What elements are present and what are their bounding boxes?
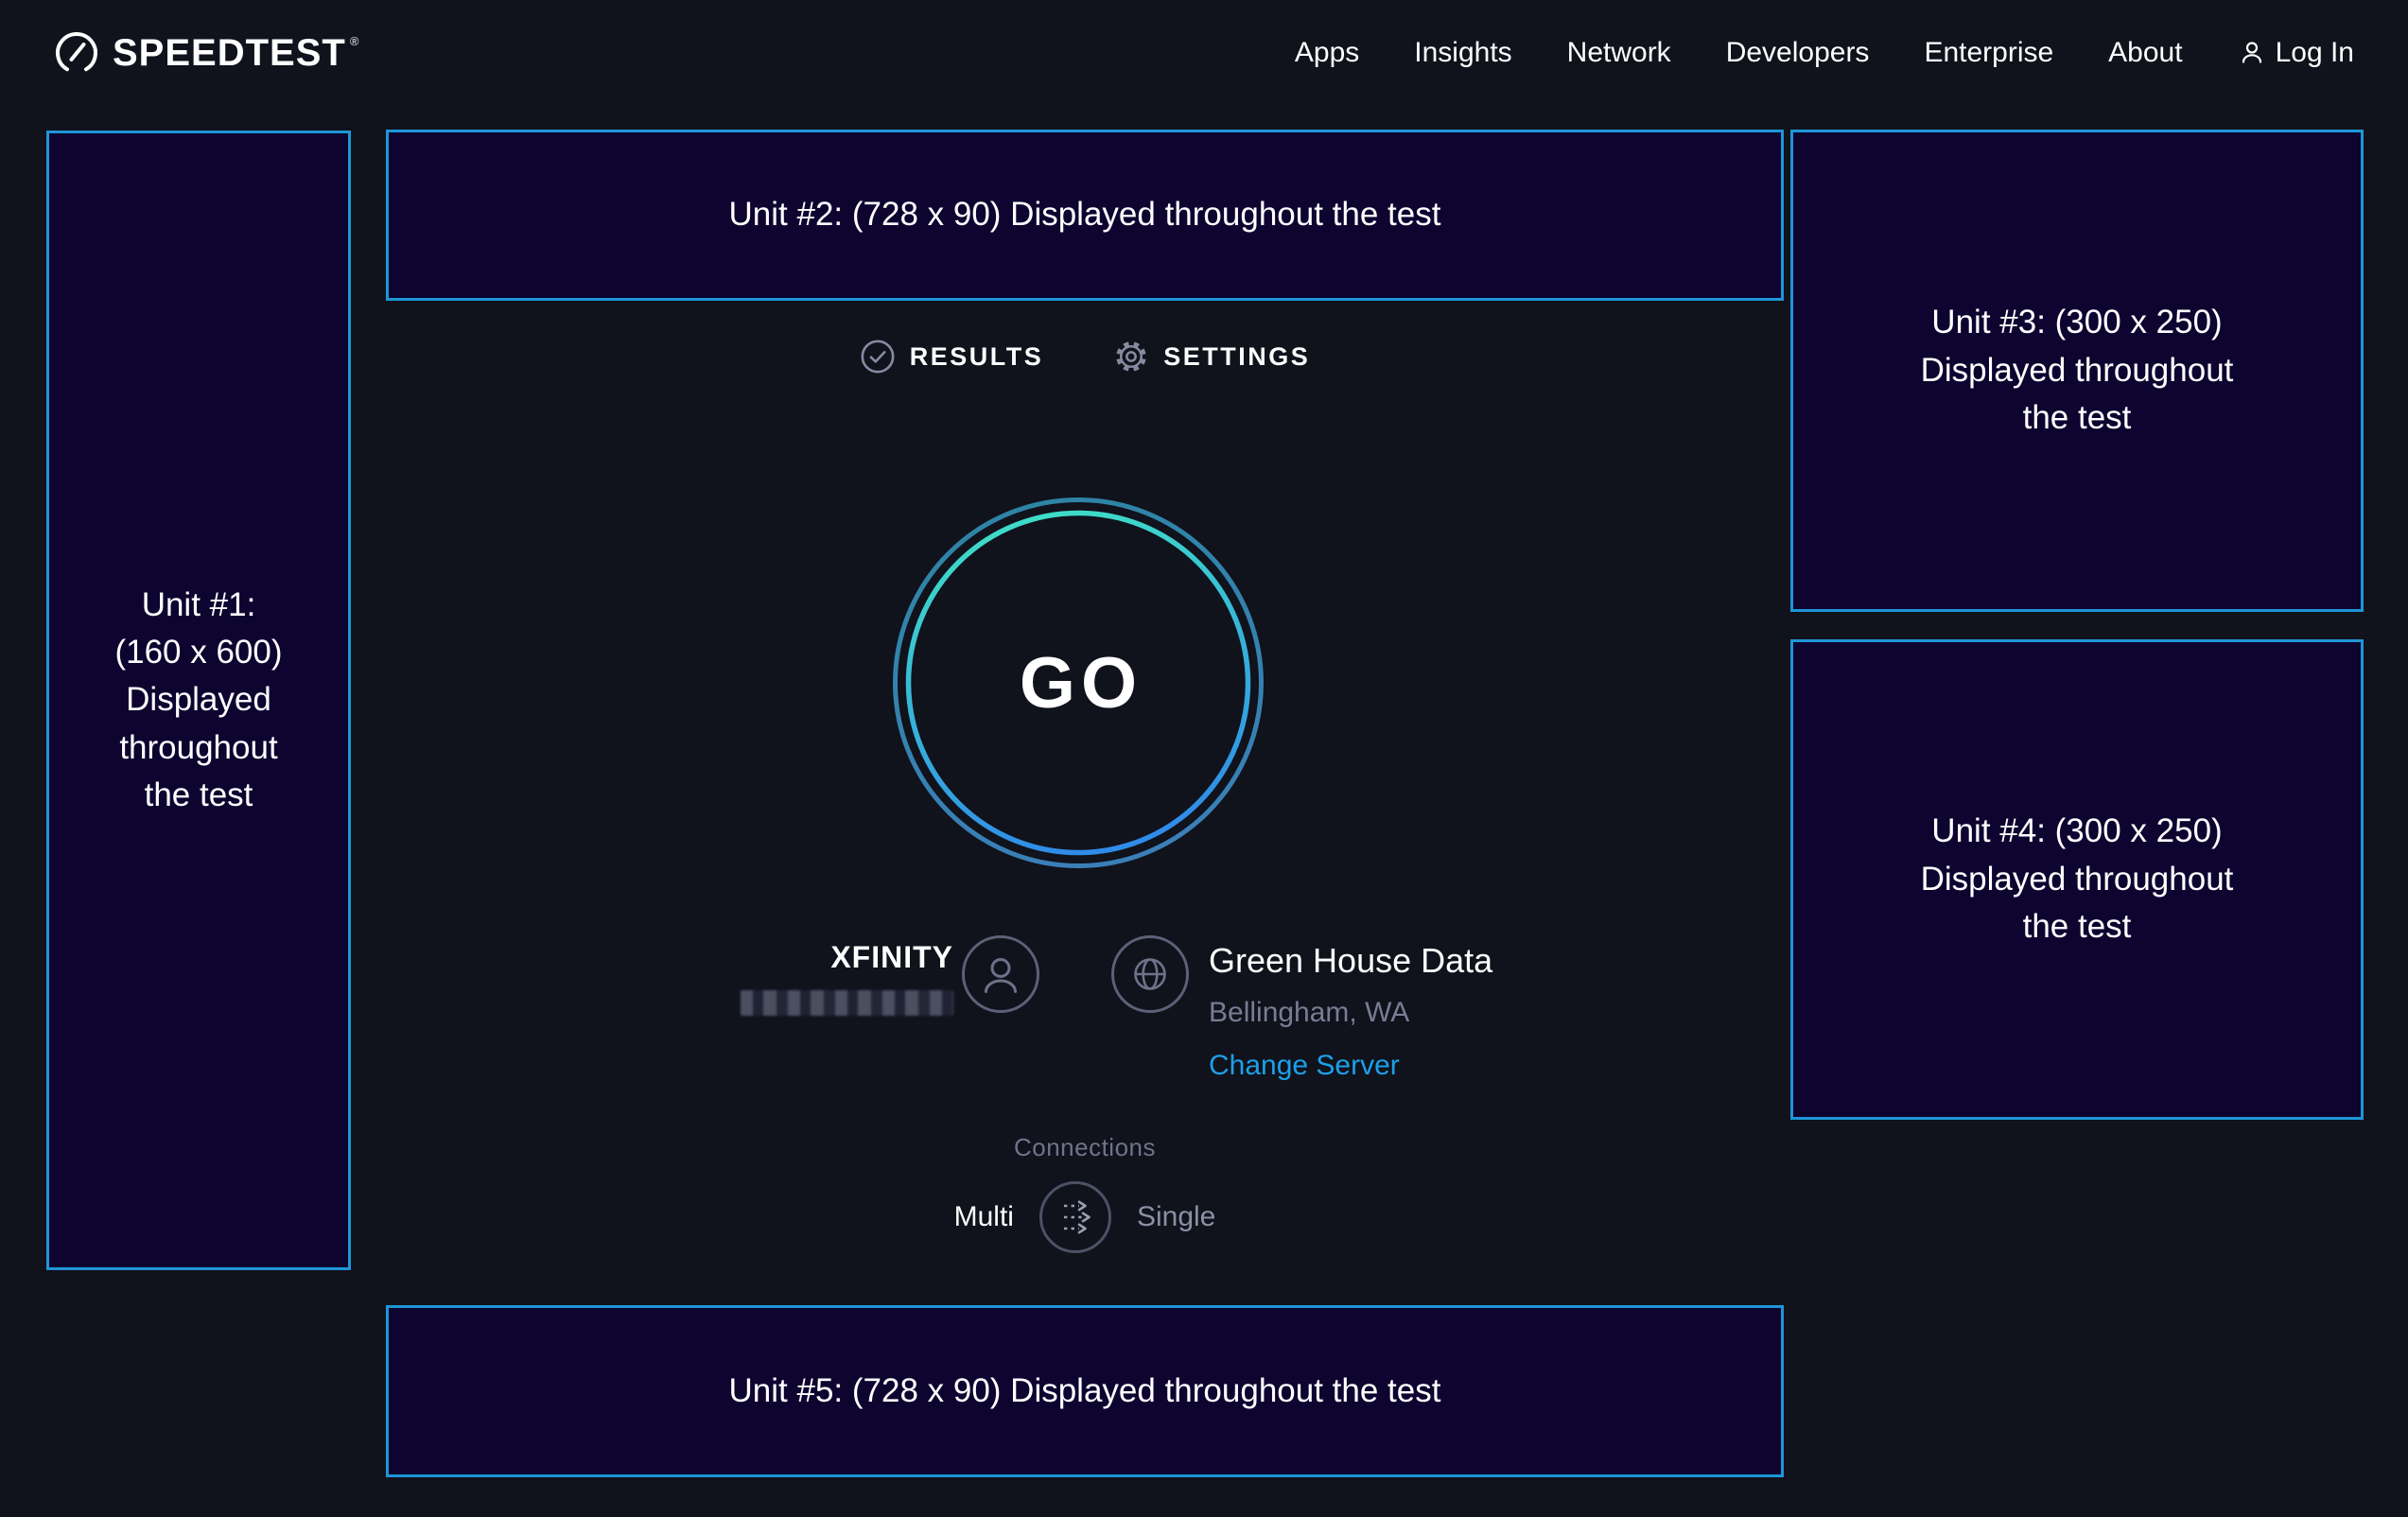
tab-results[interactable]: RESULTS	[860, 339, 1044, 375]
connections-heading: Connections	[386, 1133, 1784, 1162]
ad-unit-1-label: Unit #1: (160 x 600) Displayed throughou…	[114, 582, 282, 820]
change-server-link[interactable]: Change Server	[1209, 1050, 1400, 1082]
gear-icon	[1113, 339, 1149, 375]
gauge-icon	[54, 30, 99, 76]
brand-wordmark: SPEEDTEST ®	[113, 32, 359, 75]
nav-item-apps[interactable]: Apps	[1295, 37, 1359, 69]
redacted-ip-blur	[741, 990, 953, 1016]
ad-unit-2-label: Unit #2: (728 x 90) Displayed throughout…	[729, 191, 1441, 238]
connections-option-multi[interactable]: Multi	[954, 1201, 1014, 1233]
isp-name: XFINITY	[719, 940, 953, 975]
go-button[interactable]: GO	[892, 497, 1265, 869]
ad-unit-3: Unit #3: (300 x 250) Displayed throughou…	[1790, 130, 2364, 612]
ad-unit-5: Unit #5: (728 x 90) Displayed throughout…	[386, 1305, 1784, 1477]
ad-unit-1: Unit #1: (160 x 600) Displayed throughou…	[46, 131, 351, 1270]
speedtest-page: SPEEDTEST ® Apps Insights Network Develo…	[0, 0, 2408, 1517]
ad-unit-2: Unit #2: (728 x 90) Displayed throughout…	[386, 130, 1784, 301]
server-name: Green House Data	[1209, 941, 1492, 981]
speedtest-logo[interactable]: SPEEDTEST ®	[54, 30, 359, 76]
nav-item-insights[interactable]: Insights	[1414, 37, 1511, 69]
ad-unit-3-label: Unit #3: (300 x 250) Displayed throughou…	[1921, 299, 2234, 442]
ad-unit-5-label: Unit #5: (728 x 90) Displayed throughout…	[729, 1368, 1441, 1415]
top-nav-bar: SPEEDTEST ® Apps Insights Network Develo…	[0, 0, 2408, 106]
nav-item-network[interactable]: Network	[1567, 37, 1671, 69]
tab-results-label: RESULTS	[910, 342, 1044, 372]
main-nav: Apps Insights Network Developers Enterpr…	[1295, 37, 2354, 69]
server-location: Bellingham, WA	[1209, 997, 1409, 1029]
ad-unit-4: Unit #4: (300 x 250) Displayed throughou…	[1790, 639, 2364, 1120]
connections-toggle-icon[interactable]	[1038, 1180, 1112, 1254]
nav-item-about[interactable]: About	[2108, 37, 2182, 69]
login-label: Log In	[2276, 37, 2354, 69]
check-circle-icon	[860, 339, 896, 375]
isp-user-icon	[961, 934, 1040, 1014]
nav-item-enterprise[interactable]: Enterprise	[1924, 37, 2053, 69]
nav-item-developers[interactable]: Developers	[1726, 37, 1870, 69]
go-label: GO	[892, 497, 1265, 869]
login-button[interactable]: Log In	[2238, 37, 2354, 69]
tab-settings[interactable]: SETTINGS	[1113, 339, 1310, 375]
isp-info: XFINITY	[719, 940, 953, 1020]
connections-option-single[interactable]: Single	[1137, 1201, 1215, 1233]
ad-unit-4-label: Unit #4: (300 x 250) Displayed throughou…	[1921, 808, 2234, 950]
server-globe-icon	[1110, 934, 1190, 1014]
connections-toggle-row: Multi Single	[386, 1180, 1784, 1254]
person-icon	[2238, 39, 2266, 67]
view-tabs: RESULTS SETTINGS	[386, 339, 1784, 375]
brand-text: SPEEDTEST	[113, 32, 346, 75]
trademark-mark: ®	[350, 34, 360, 48]
server-info: Green House Data Bellingham, WA Change S…	[1209, 941, 1492, 1082]
tab-settings-label: SETTINGS	[1163, 342, 1310, 372]
